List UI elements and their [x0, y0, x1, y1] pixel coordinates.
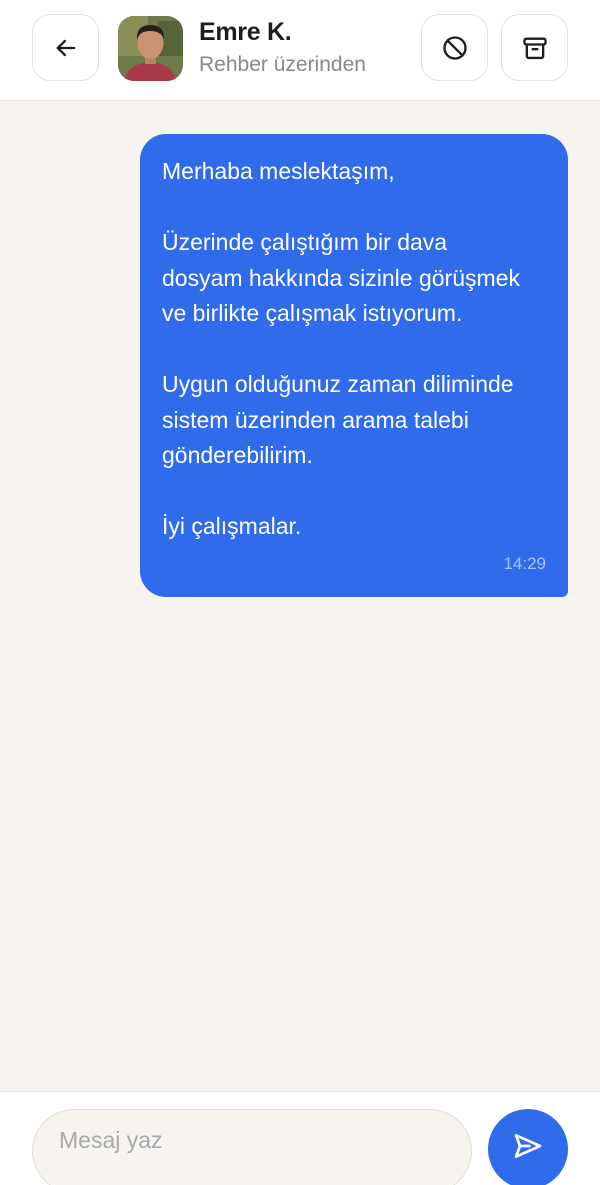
message-timestamp: 14:29: [503, 554, 546, 573]
send-button[interactable]: [488, 1109, 568, 1185]
avatar[interactable]: [118, 16, 183, 81]
back-button[interactable]: [32, 14, 99, 81]
archive-button[interactable]: [501, 14, 568, 81]
message-line: gönderebilirim.: [162, 442, 313, 468]
block-button[interactable]: [421, 14, 488, 81]
chat-header: Emre K. Rehber üzerinden: [0, 0, 600, 101]
message-list[interactable]: Merhaba meslektaşım, Üzerinde çalıştığım…: [0, 101, 600, 1091]
message-line: sistem üzerinden arama talebi: [162, 406, 469, 433]
message-line: ve birlikte çalışmak istıyorum.: [162, 300, 463, 326]
message-line: dosyam hakkında sizinle görüşmek: [162, 264, 520, 291]
message-input[interactable]: [32, 1109, 472, 1185]
block-icon: [442, 35, 467, 60]
outgoing-message-bubble[interactable]: Merhaba meslektaşım, Üzerinde çalıştığım…: [140, 134, 568, 597]
archive-icon: [522, 37, 547, 59]
message-line: Merhaba meslektaşım,: [162, 158, 395, 184]
message-line: Uygun olduğunuz zaman diliminde: [162, 371, 514, 397]
message-composer: [0, 1091, 600, 1185]
contact-subtitle: Rehber üzerinden: [199, 53, 366, 76]
message-line: [162, 332, 546, 368]
arrow-left-icon: [56, 39, 75, 56]
message-line: İyi çalışmalar.: [162, 513, 302, 539]
message-line: [162, 190, 546, 226]
send-icon: [514, 1134, 542, 1158]
message-line: [162, 474, 546, 510]
message-line: Üzerinde çalıştığım bir dava: [162, 229, 448, 255]
contact-name: Emre K.: [199, 18, 292, 46]
